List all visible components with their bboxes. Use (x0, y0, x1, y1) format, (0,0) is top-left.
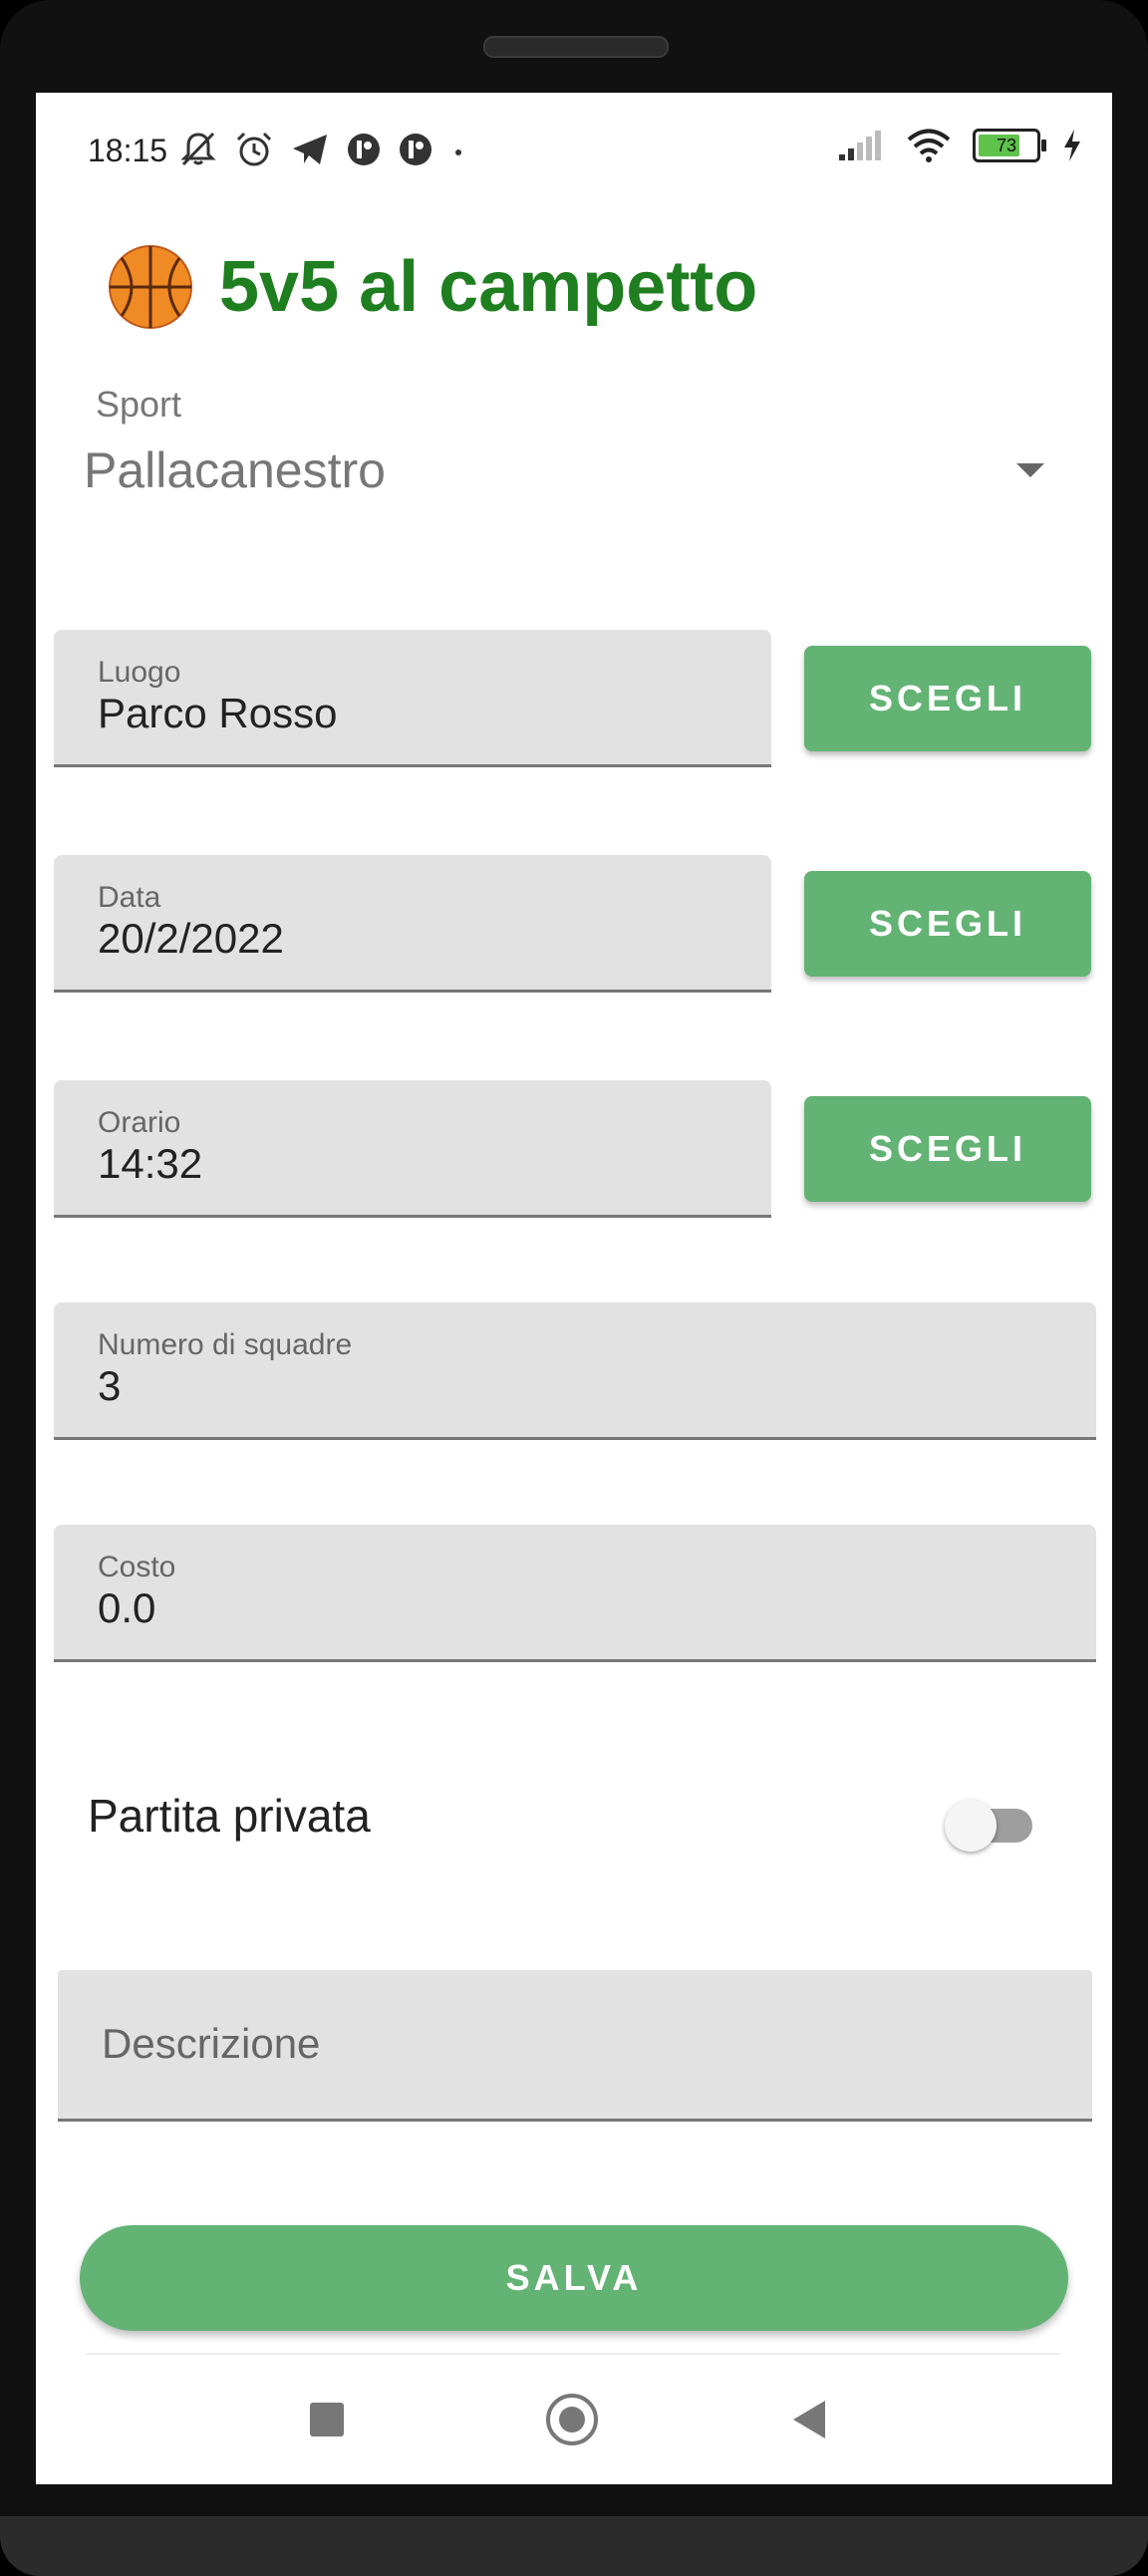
location-field[interactable]: Luogo Parco Rosso (54, 630, 771, 767)
description-field[interactable]: Descrizione (58, 1970, 1092, 2122)
mute-icon (180, 132, 216, 166)
sport-selected-value[interactable]: Pallacanestro (84, 441, 386, 499)
private-match-toggle[interactable] (945, 1797, 1032, 1852)
notification-dot (455, 149, 461, 155)
teams-count-value: 3 (98, 1362, 122, 1409)
time-label: Orario (98, 1106, 181, 1139)
choose-time-button[interactable]: SCEGLI (804, 1096, 1091, 1202)
date-value: 20/2/2022 (98, 915, 284, 962)
date-label: Data (98, 881, 161, 914)
signal-icon (839, 131, 881, 160)
battery-tip (1041, 140, 1046, 151)
description-placeholder: Descrizione (102, 2020, 321, 2067)
home-icon-inner (559, 2407, 585, 2433)
status-time: 18:15 (88, 133, 168, 168)
speaker-grille (483, 36, 669, 58)
back-icon[interactable] (793, 2401, 825, 2438)
toggle-thumb (945, 1800, 997, 1852)
location-value: Parco Rosso (98, 690, 338, 736)
home-icon[interactable] (546, 2394, 598, 2445)
phone-bottom-bezel (0, 2516, 1148, 2576)
time-field[interactable]: Orario 14:32 (54, 1080, 771, 1218)
teams-count-label: Numero di squadre (98, 1328, 353, 1361)
teams-count-field[interactable]: Numero di squadre 3 (54, 1302, 1096, 1440)
page-title: 5v5 al campetto (219, 247, 758, 327)
location-label: Luogo (98, 656, 181, 689)
basketball-icon (109, 245, 192, 329)
private-match-label: Partita privata (88, 1790, 371, 1842)
app-screen: 18:15 73 5v5 al campetto Sport Pallacane… (36, 93, 1112, 2484)
choose-location-button[interactable]: SCEGLI (804, 646, 1091, 751)
nav-divider (86, 2353, 1060, 2355)
cost-label: Costo (98, 1551, 176, 1583)
save-button[interactable]: SALVA (80, 2225, 1068, 2331)
time-value: 14:32 (98, 1140, 203, 1187)
wifi-icon (907, 129, 951, 162)
status-icons-left (178, 131, 433, 168)
date-field[interactable]: Data 20/2/2022 (54, 855, 771, 993)
sport-label: Sport (96, 384, 182, 425)
cost-field[interactable]: Costo 0.0 (54, 1525, 1096, 1662)
cost-value: 0.0 (98, 1584, 156, 1631)
alarm-icon (236, 132, 272, 166)
charging-icon (1064, 130, 1080, 161)
battery-level-text: 73 (996, 136, 1017, 155)
battery-icon: 73 (973, 129, 1046, 162)
match-title-row: 5v5 al campetto (108, 244, 757, 330)
status-bar: 18:15 73 (36, 93, 1112, 212)
choose-date-button[interactable]: SCEGLI (804, 871, 1091, 977)
app-icon (348, 134, 380, 165)
chevron-down-icon[interactable] (1016, 463, 1044, 477)
status-icons-right: 73 (837, 129, 1082, 162)
telegram-icon (293, 135, 327, 164)
app-icon (400, 134, 431, 165)
recents-icon[interactable] (310, 2403, 344, 2436)
